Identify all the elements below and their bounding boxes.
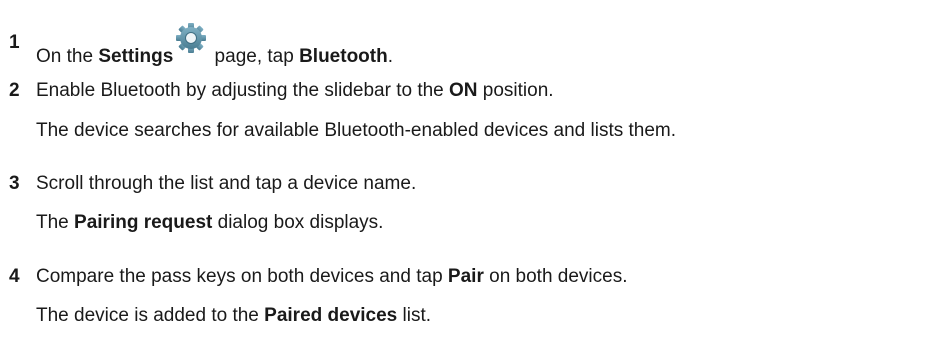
step-number: 4 <box>9 266 20 287</box>
step-result: The Pairing request dialog box displays. <box>36 212 384 233</box>
step-instruction: Compare the pass keys on both devices an… <box>36 266 628 287</box>
settings-gear-icon <box>173 22 209 53</box>
pairing-request-label: Pairing request <box>74 212 213 233</box>
step-number: 3 <box>9 173 20 194</box>
on-label: ON <box>449 80 478 101</box>
settings-label: Settings <box>98 46 174 67</box>
step-result: The device searches for available Blueto… <box>36 120 677 141</box>
step-instruction: Scroll through the list and tap a device… <box>36 173 417 194</box>
step-number: 1 <box>9 32 20 53</box>
step-instruction: On the Settings page, tap Bluetooth. <box>36 23 393 68</box>
step-result: The device is added to the Paired device… <box>36 305 432 326</box>
step-number: 2 <box>9 80 20 101</box>
step-instruction: Enable Bluetooth by adjusting the slideb… <box>36 80 554 101</box>
pair-label: Pair <box>447 266 484 287</box>
bluetooth-label: Bluetooth <box>299 46 388 67</box>
paired-devices-label: Paired devices <box>264 305 398 326</box>
